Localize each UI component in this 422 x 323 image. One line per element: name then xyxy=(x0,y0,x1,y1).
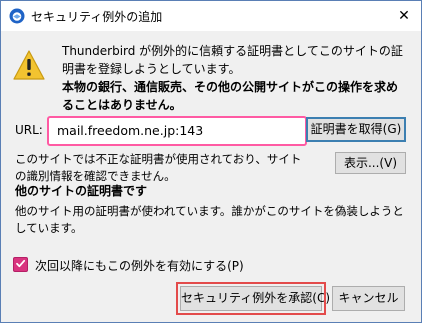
problem-description: 他のサイト用の証明書が使われています。誰かがこのサイトを偽装しようとしています。 xyxy=(15,204,404,235)
close-button[interactable]: ✕ xyxy=(387,1,421,31)
get-certificate-button[interactable]: 証明書を取得(G) xyxy=(306,117,406,142)
warning-icon xyxy=(12,49,46,81)
problem-title: 他のサイトの証明書です xyxy=(15,184,148,198)
cancel-button[interactable]: キャンセル xyxy=(332,286,405,311)
window-title: セキュリティ例外の追加 xyxy=(31,10,163,24)
view-certificate-button[interactable]: 表示...(V) xyxy=(335,152,406,174)
certificate-status-text: このサイトでは不正な証明書が使用されており、サイトの識別情報を確認できません。 xyxy=(15,152,302,183)
checkmark-icon xyxy=(15,258,26,272)
close-icon: ✕ xyxy=(398,8,410,24)
url-input[interactable]: mail.freedom.ne.jp:143 xyxy=(47,116,307,146)
warning-message: Thunderbird が例外的に信頼する証明書としてこのサイトの証明書を登録し… xyxy=(62,44,403,76)
title-bar: セキュリティ例外の追加 ✕ xyxy=(1,1,421,31)
permanent-exception-checkbox[interactable] xyxy=(13,257,28,272)
url-label: URL: xyxy=(15,123,43,137)
security-exception-dialog: セキュリティ例外の追加 ✕ Thunderbird が例外的に信頼する証明書とし… xyxy=(0,0,422,323)
permanent-exception-label[interactable]: 次回以降にもこの例外を有効にする(P) xyxy=(35,257,244,274)
confirm-exception-button[interactable]: セキュリティ例外を承認(C) xyxy=(176,282,330,315)
thunderbird-icon xyxy=(9,8,25,24)
warning-message-bold: 本物の銀行、通信販売、その他の公開サイトがこの操作を求めることはありません。 xyxy=(62,80,399,112)
